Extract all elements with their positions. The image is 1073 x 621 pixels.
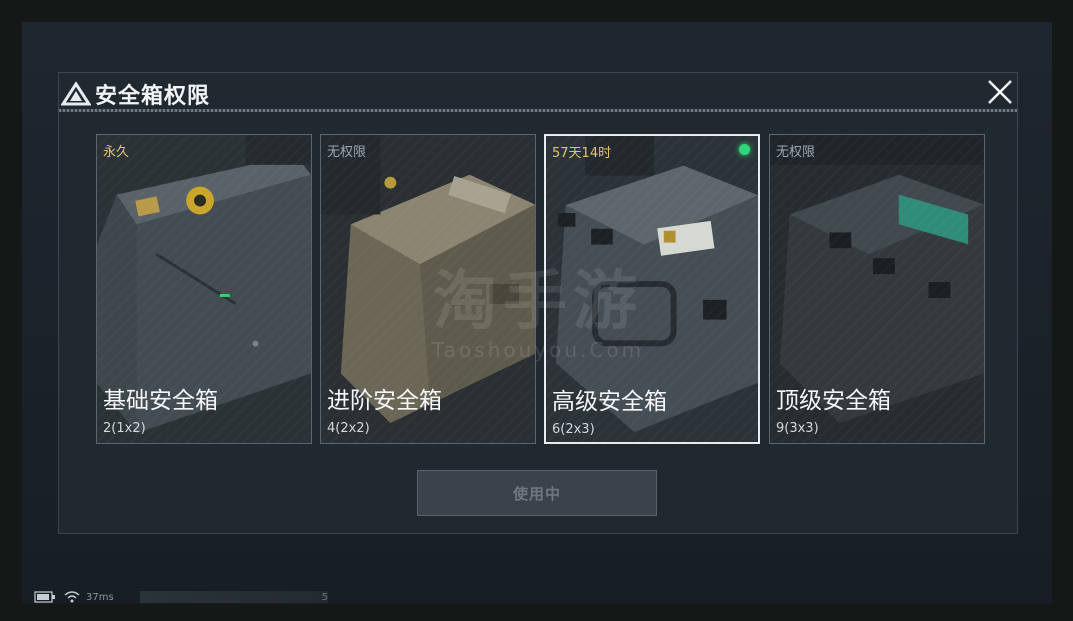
- card-status: 无权限: [776, 145, 816, 160]
- card-status: 57天14时: [552, 146, 612, 161]
- safe-box-card-premium[interactable]: 57天14时 高级安全箱 6(2x3): [544, 134, 760, 444]
- wifi-icon: [64, 591, 80, 603]
- safe-box-card-advanced[interactable]: 无权限 进阶安全箱 4(2x2): [320, 134, 536, 444]
- card-status: 无权限: [327, 145, 367, 160]
- card-capacity: 4(2x2): [327, 421, 370, 436]
- card-capacity: 6(2x3): [552, 422, 595, 437]
- status-info-bar: [139, 591, 328, 603]
- in-use-button[interactable]: 使用中: [417, 470, 657, 516]
- active-indicator-dot: [739, 144, 750, 155]
- card-capacity: 9(3x3): [776, 421, 819, 436]
- card-name: 进阶安全箱: [327, 388, 442, 414]
- header-divider: [59, 109, 1017, 112]
- card-name: 基础安全箱: [103, 388, 218, 414]
- safe-box-card-basic[interactable]: 永久 基础安全箱 2(1x2): [96, 134, 312, 444]
- card-name: 顶级安全箱: [776, 388, 891, 414]
- card-status: 永久: [103, 145, 130, 160]
- warning-triangle-icon: [61, 81, 91, 106]
- panel-header: 安全箱权限: [59, 73, 1017, 112]
- close-icon: [988, 80, 1012, 104]
- ping-value: 37ms: [86, 591, 114, 603]
- status-number: 5: [321, 591, 329, 603]
- battery-icon: [34, 591, 55, 603]
- device-status-bar: 37ms 5: [34, 589, 328, 605]
- page-title: 安全箱权限: [95, 84, 211, 109]
- card-capacity: 2(1x2): [103, 421, 146, 436]
- card-name: 高级安全箱: [552, 389, 667, 415]
- close-button[interactable]: [982, 74, 1018, 110]
- safe-box-card-top[interactable]: 无权限 顶级安全箱 9(3x3): [769, 134, 985, 444]
